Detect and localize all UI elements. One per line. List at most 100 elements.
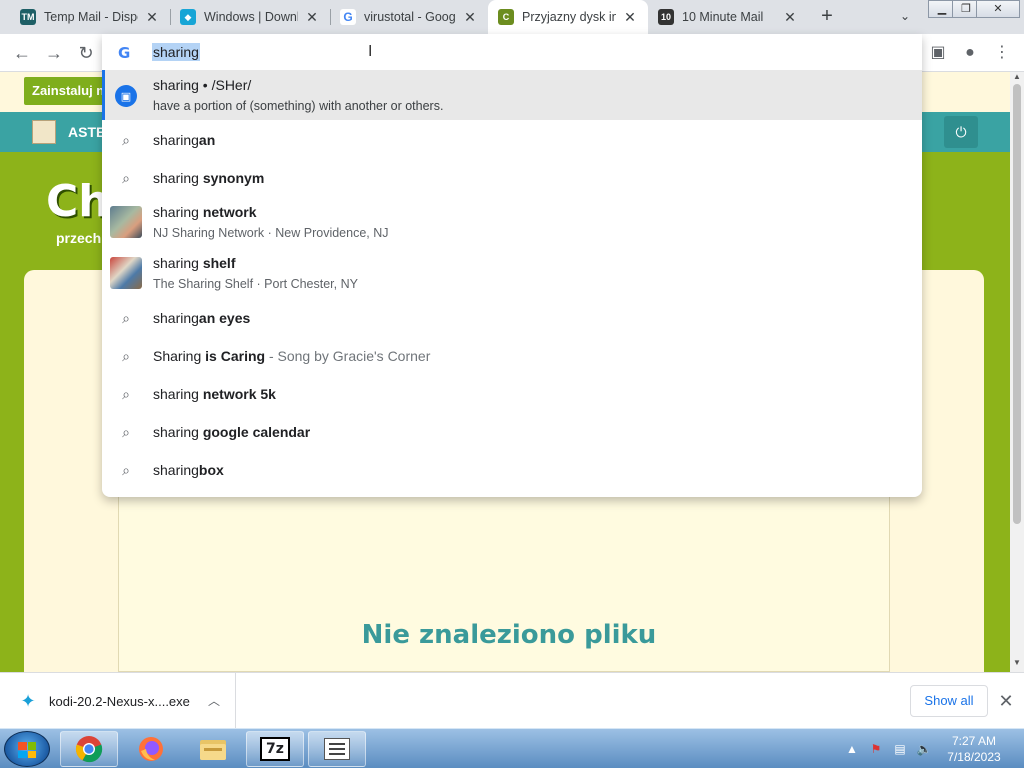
tab-10-minute-mail[interactable]: 10 10 Minute Mail ✕ — [648, 0, 808, 34]
start-button[interactable] — [4, 731, 50, 767]
suggestion-text: sharing — [153, 170, 203, 186]
close-icon[interactable]: ✕ — [462, 9, 478, 26]
search-icon: ⌕ — [122, 385, 130, 402]
chevron-up-icon[interactable]: ︿ — [204, 691, 224, 711]
system-tray: ▲ ⚑ ▤ 🔈 7:27 AM 7/18/2023 — [840, 729, 1024, 768]
close-icon[interactable]: ✕ — [304, 9, 320, 26]
install-button[interactable]: Zainstaluj n — [24, 77, 113, 105]
suggestion-text: sharing — [153, 310, 199, 326]
close-icon[interactable]: ✕ — [996, 689, 1016, 713]
suggestion-completion: google calendar — [202, 424, 311, 440]
suggestion-item[interactable]: ⌕ Sharing is Caring - Song by Gracie's C… — [102, 337, 922, 375]
menu-kebab-icon[interactable]: ⋮ — [990, 41, 1014, 65]
side-panel-icon[interactable]: ▣ — [926, 41, 950, 65]
suggestion-item[interactable]: ⌕ sharingan — [102, 121, 922, 159]
suggestion-detail: have a portion of (something) with anoth… — [153, 99, 444, 113]
text-cursor-icon: I — [368, 43, 373, 60]
suggestion-completion: an eyes — [198, 310, 251, 326]
search-icon: ⌕ — [122, 423, 130, 440]
reload-button[interactable]: ↻ — [74, 41, 98, 65]
windows-taskbar: 7z ▲ ⚑ ▤ 🔈 7:27 AM 7/18/2023 — [0, 728, 1024, 768]
search-icon: ⌕ — [122, 309, 130, 326]
suggestion-text: sharing — [153, 462, 199, 478]
taskbar-chrome[interactable] — [60, 731, 118, 767]
suggestion-text: sharing — [153, 132, 199, 148]
kodi-icon: ✦ — [20, 691, 36, 711]
new-tab-button[interactable]: + — [815, 4, 839, 28]
taskbar-notepad[interactable] — [308, 731, 366, 767]
forward-button[interactable]: → — [42, 41, 66, 65]
suggestion-place[interactable]: sharing network NJ Sharing Network · New… — [102, 197, 922, 247]
suggestion-item[interactable]: ⌕ sharingbox — [102, 451, 922, 489]
power-icon[interactable]: ⏻ — [944, 116, 978, 148]
taskbar-firefox[interactable] — [122, 731, 180, 767]
suggestion-text: sharing — [153, 386, 203, 402]
search-icon: ⌕ — [122, 461, 130, 478]
search-icon: ⌕ — [122, 131, 130, 148]
tab-google-virustotal[interactable]: G virustotal - Googl ✕ — [330, 0, 488, 34]
tab-temp-mail[interactable]: TM Temp Mail - Dispo ✕ — [10, 0, 170, 34]
kodi-icon: ◆ — [180, 9, 196, 25]
folder-icon — [200, 740, 226, 760]
omnibox-dropdown: G sharing I ▣ sharing • /SHer/ have a po… — [102, 34, 922, 497]
suggestion-place[interactable]: sharing shelf The Sharing Shelf · Port C… — [102, 248, 922, 298]
notepad-icon — [324, 738, 350, 760]
scroll-up-icon[interactable]: ▲ — [1010, 72, 1024, 81]
profile-avatar-icon[interactable]: ● — [958, 41, 982, 65]
download-filename: kodi-20.2-Nexus-x....exe — [49, 694, 190, 709]
clock-time: 7:27 AM — [951, 734, 997, 748]
network-icon[interactable]: ▤ — [892, 741, 908, 757]
scrollbar-thumb[interactable] — [1013, 84, 1021, 524]
omnibox-input-row[interactable]: G sharing I — [102, 34, 922, 70]
suggestion-detail: The Sharing Shelf · Port Chester, NY — [153, 277, 358, 291]
tab-przyjazny-dysk[interactable]: C Przyjazny dysk int ✕ — [488, 0, 648, 34]
close-icon[interactable]: ✕ — [144, 9, 160, 26]
show-all-button[interactable]: Show all — [910, 685, 988, 717]
suggestion-completion: box — [198, 462, 224, 478]
clock-date: 7/18/2023 — [947, 750, 1001, 764]
suggestion-completion: is Caring — [205, 348, 266, 364]
volume-icon[interactable]: 🔈 — [916, 741, 932, 757]
downloads-bar: ✦ kodi-20.2-Nexus-x....exe ︿ Show all ✕ — [0, 672, 1024, 729]
suggestion-item[interactable]: ⌕ sharing network 5k — [102, 375, 922, 413]
sevenzip-icon: 7z — [260, 737, 290, 761]
tab-title: Przyjazny dysk int — [522, 10, 616, 24]
chomikuj-icon: C — [498, 9, 514, 25]
site-nav-text[interactable]: ASTE — [68, 124, 105, 140]
firefox-icon — [139, 737, 163, 761]
tab-strip: TM Temp Mail - Dispo ✕ ◆ Windows | Downl… — [0, 0, 1024, 34]
suggestion-text: sharing • /SHer/ — [153, 77, 252, 93]
window-close-button[interactable]: ✕ — [976, 0, 1020, 18]
back-button[interactable]: ← — [10, 41, 34, 65]
action-center-icon[interactable]: ⚑ — [868, 741, 884, 757]
taskbar-7zip[interactable]: 7z — [246, 731, 304, 767]
suggestion-item[interactable]: ⌕ sharingan eyes — [102, 299, 922, 337]
tab-kodi[interactable]: ◆ Windows | Downl ✕ — [170, 0, 330, 34]
clock[interactable]: 7:27 AM 7/18/2023 — [944, 733, 1004, 765]
scroll-down-icon[interactable]: ▼ — [1010, 658, 1024, 667]
page-scrollbar[interactable]: ▲ ▼ — [1010, 72, 1024, 672]
download-item[interactable]: ✦ kodi-20.2-Nexus-x....exe ︿ — [0, 673, 236, 729]
omnibox-input[interactable]: sharing — [152, 43, 200, 61]
google-icon: G — [340, 9, 356, 25]
tab-title: 10 Minute Mail — [682, 10, 764, 24]
tenminutemail-icon: 10 — [658, 9, 674, 25]
suggestion-item[interactable]: ⌕ sharing google calendar — [102, 413, 922, 451]
windows-logo-icon — [18, 742, 36, 758]
suggestion-completion: network 5k — [202, 386, 276, 402]
google-icon: G — [118, 44, 131, 62]
place-thumbnail — [110, 206, 142, 238]
search-icon: ⌕ — [122, 347, 130, 364]
suggestion-detail: NJ Sharing Network · New Providence, NJ — [153, 226, 389, 240]
suggestion-completion: shelf — [202, 255, 236, 271]
close-icon[interactable]: ✕ — [782, 9, 798, 26]
tray-expand-icon[interactable]: ▲ — [844, 741, 860, 757]
tempmail-icon: TM — [20, 9, 36, 25]
suggestion-definition[interactable]: ▣ sharing • /SHer/ have a portion of (so… — [102, 70, 922, 120]
tab-search-chevron-icon[interactable]: ⌄ — [895, 6, 915, 26]
chrome-icon — [75, 736, 103, 763]
taskbar-explorer[interactable] — [184, 731, 242, 767]
close-icon[interactable]: ✕ — [622, 9, 638, 26]
site-logo-icon[interactable] — [32, 120, 56, 144]
suggestion-item[interactable]: ⌕ sharing synonym — [102, 159, 922, 197]
